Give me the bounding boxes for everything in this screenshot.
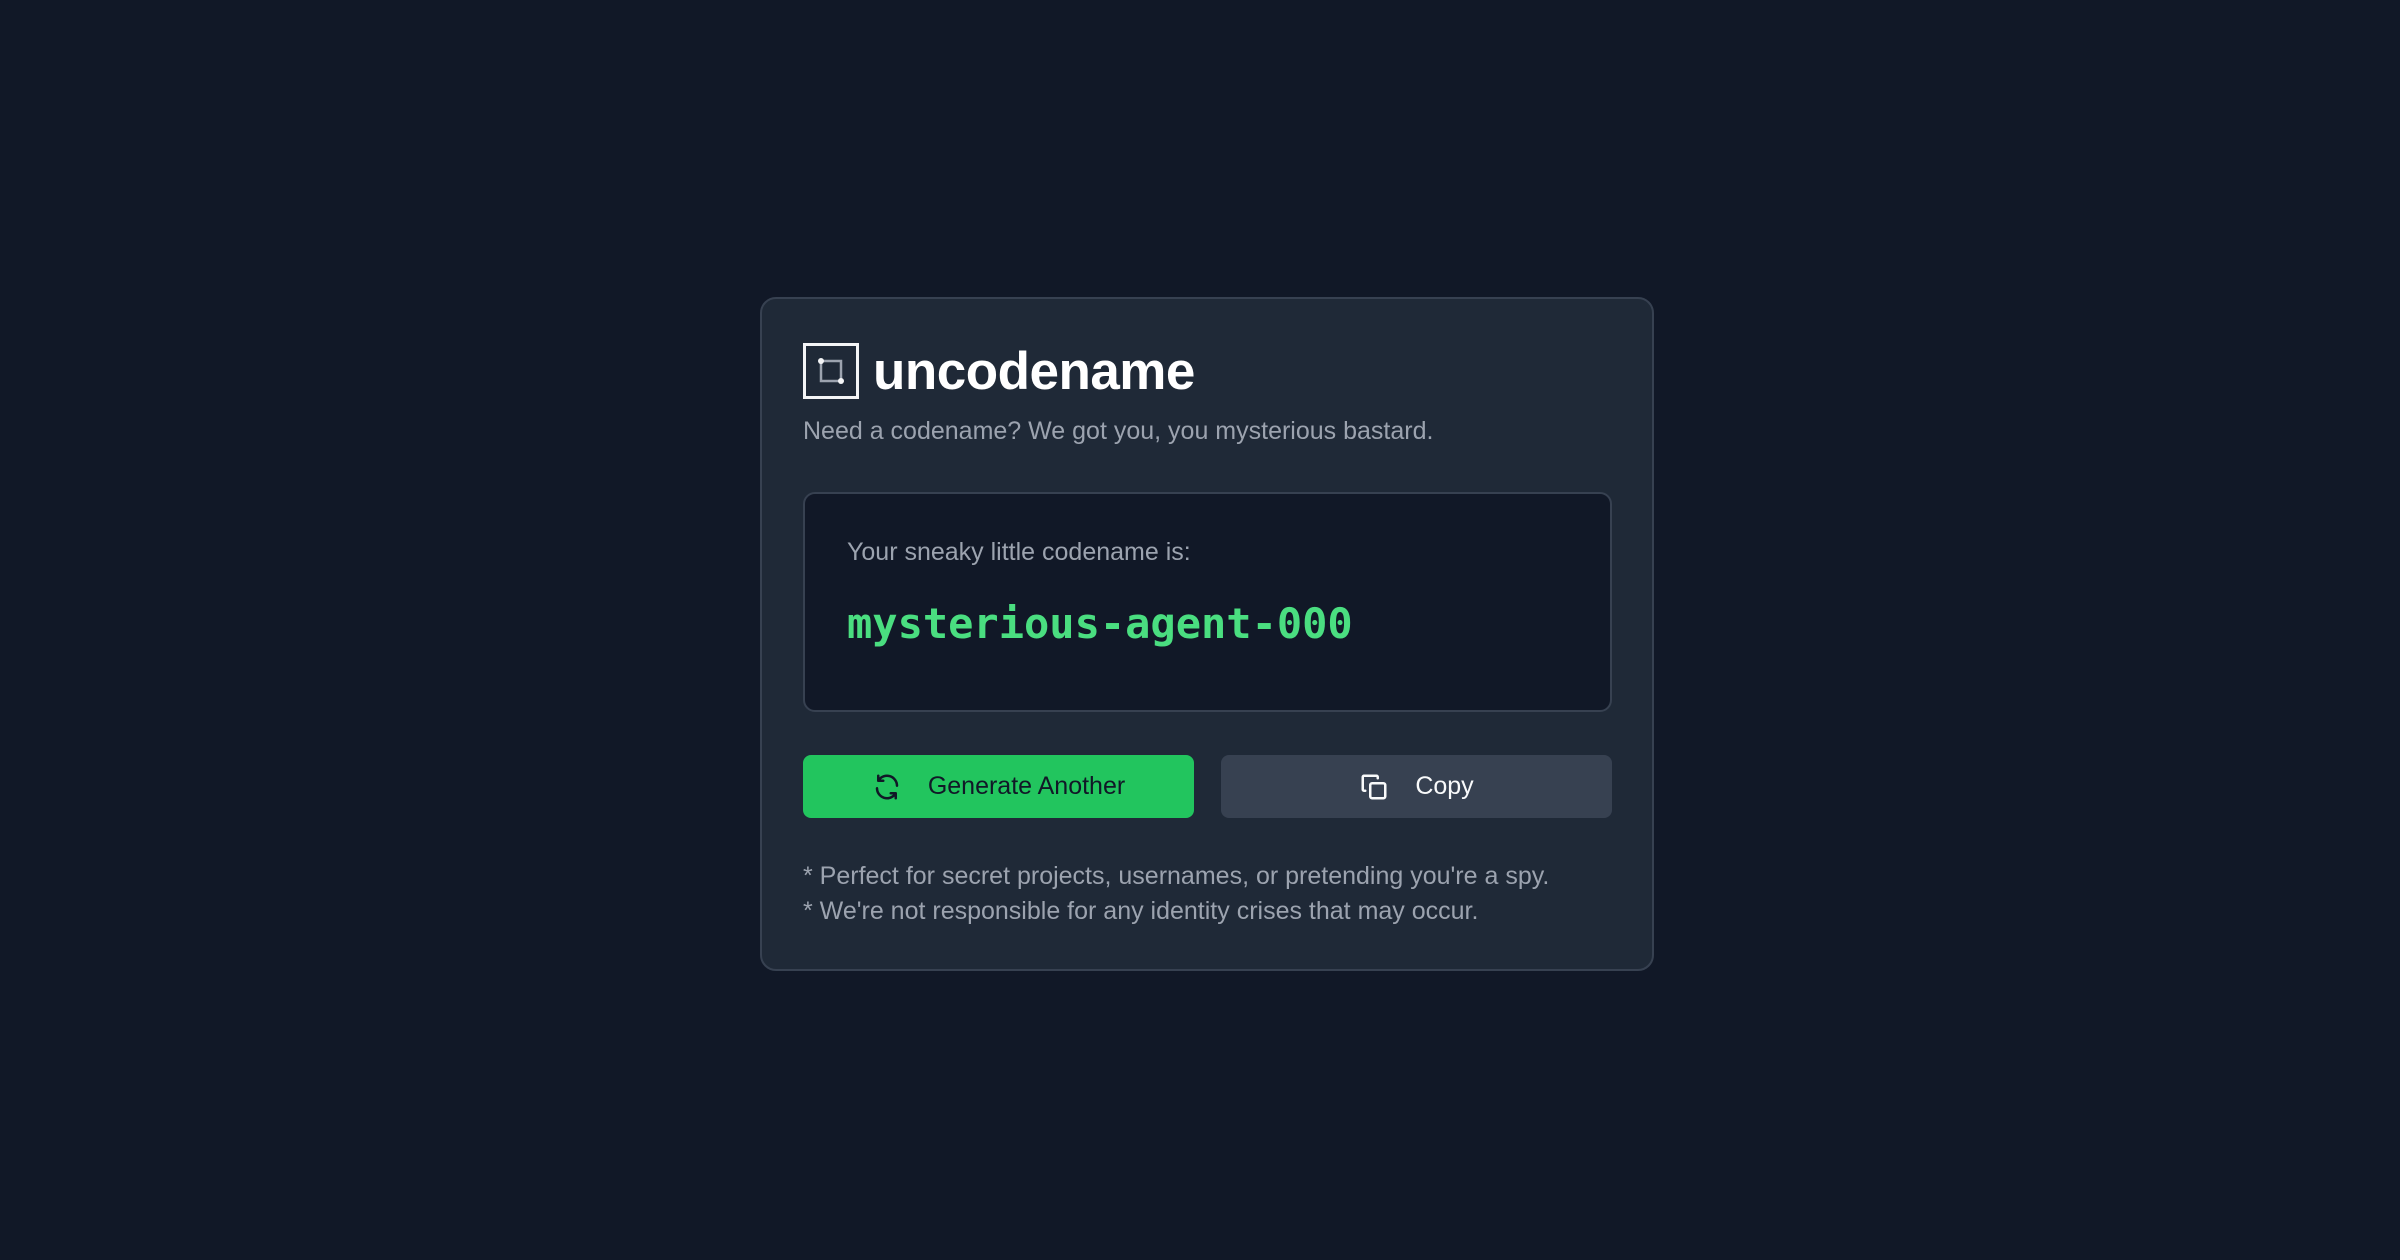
app-title: uncodename bbox=[873, 341, 1195, 401]
copy-button[interactable]: Copy bbox=[1221, 755, 1612, 818]
copy-icon bbox=[1359, 772, 1389, 802]
footnote: * We're not responsible for any identity… bbox=[803, 897, 1479, 925]
generate-another-button[interactable]: Generate Another bbox=[803, 755, 1194, 818]
codename-value[interactable]: mysterious-agent-000 bbox=[847, 599, 1353, 648]
codename-label: Your sneaky little codename is: bbox=[847, 538, 1191, 566]
copy-label: Copy bbox=[1415, 772, 1474, 800]
generate-another-label: Generate Another bbox=[927, 772, 1126, 800]
app-subtitle: Need a codename? We got you, you mysteri… bbox=[803, 417, 1434, 445]
refresh-icon bbox=[872, 772, 902, 802]
crop-frame-icon bbox=[803, 343, 859, 399]
codename-result-box: Your sneaky little codename is: mysterio… bbox=[803, 492, 1612, 712]
app-header: uncodename bbox=[803, 343, 1195, 399]
codename-card: uncodename Need a codename? We got you, … bbox=[760, 297, 1654, 971]
footnote: * Perfect for secret projects, usernames… bbox=[803, 862, 1550, 890]
footnotes: * Perfect for secret projects, usernames… bbox=[803, 859, 1549, 929]
